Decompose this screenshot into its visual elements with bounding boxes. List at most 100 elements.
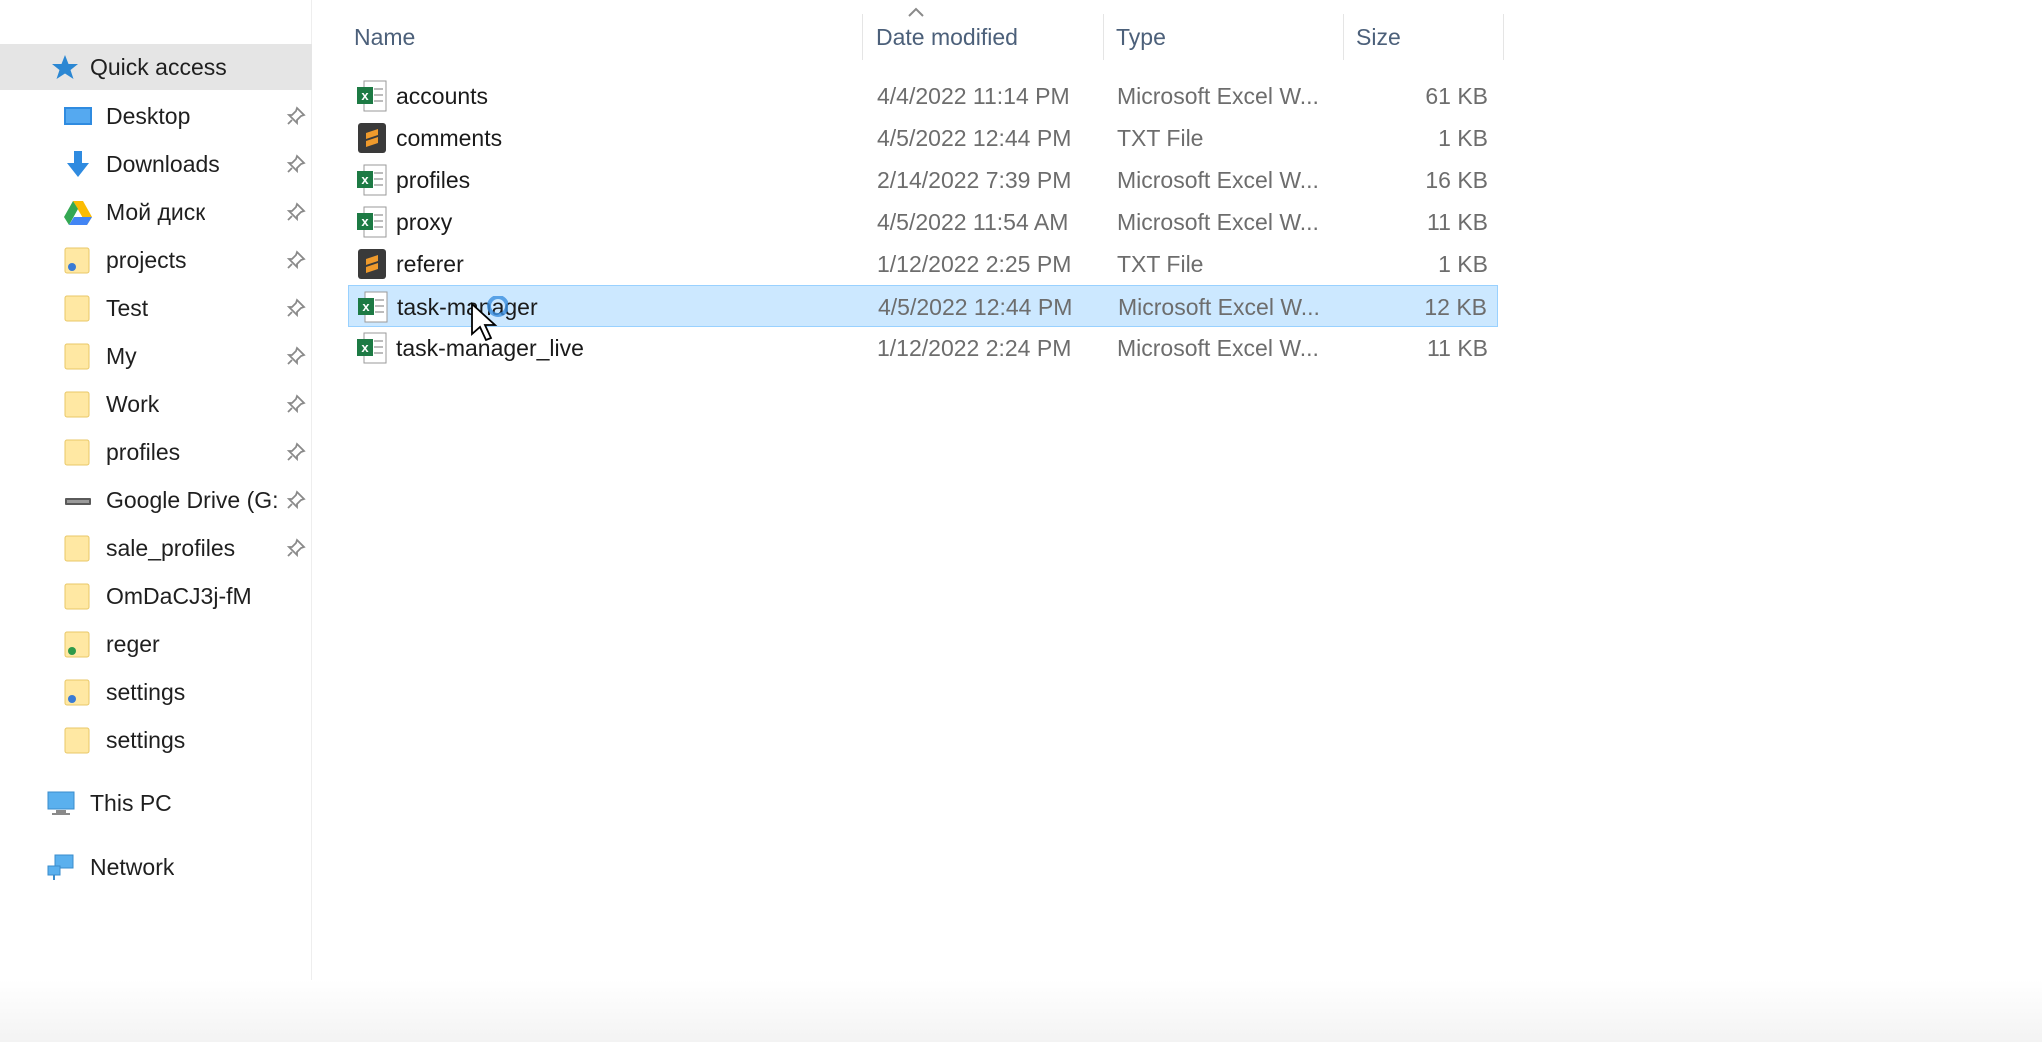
excel-icon: x — [357, 332, 387, 364]
pin-icon[interactable] — [286, 538, 306, 558]
pin-icon[interactable] — [286, 490, 306, 510]
sidebar-item-label: My — [106, 342, 137, 369]
column-divider[interactable] — [1103, 14, 1104, 60]
column-name[interactable]: Name — [354, 0, 854, 74]
sidebar-item-this-pc[interactable]: This PC — [0, 780, 312, 826]
file-date: 4/5/2022 12:44 PM — [878, 294, 1073, 320]
sidebar-item-label: reger — [106, 630, 160, 657]
file-row-proxy[interactable]: x proxy 4/5/2022 11:54 AM Microsoft Exce… — [348, 201, 1498, 243]
downloads-icon — [67, 151, 89, 177]
sidebar-item-label: Desktop — [106, 102, 191, 129]
file-size: 1 KB — [1438, 125, 1488, 151]
file-type: TXT File — [1117, 251, 1204, 277]
folder-icon — [64, 583, 90, 610]
file-row-referer[interactable]: referer 1/12/2022 2:25 PM TXT File 1 KB — [348, 243, 1498, 285]
svg-text:x: x — [362, 299, 370, 314]
file-date: 4/4/2022 11:14 PM — [877, 83, 1070, 109]
sidebar-item-label: OmDaCJ3j-fM — [106, 582, 252, 609]
pin-icon[interactable] — [286, 106, 306, 126]
sidebar-item-label: profiles — [106, 438, 181, 465]
sidebar-item-test[interactable]: Test — [0, 285, 312, 331]
sidebar-item-label: Google Drive (G: — [106, 486, 278, 513]
sidebar-item-settings-2[interactable]: settings — [0, 717, 312, 763]
file-type: Microsoft Excel W... — [1117, 335, 1319, 361]
column-date-modified[interactable]: Date modified — [876, 0, 1106, 74]
sidebar-item-network[interactable]: Network — [0, 844, 312, 890]
pin-icon[interactable] — [286, 154, 306, 174]
file-size: 12 KB — [1424, 294, 1487, 320]
network-icon — [47, 854, 74, 880]
mouse-cursor-icon — [471, 296, 508, 342]
sidebar-item-label: sale_profiles — [106, 534, 236, 561]
sidebar-item-label: Network — [90, 853, 175, 880]
pin-icon[interactable] — [286, 394, 306, 414]
sidebar-item-settings[interactable]: settings — [0, 669, 312, 715]
pin-icon[interactable] — [286, 442, 306, 462]
sidebar-item-label: Work — [106, 390, 160, 417]
file-date: 2/14/2022 7:39 PM — [877, 167, 1072, 193]
sidebar-item-label: settings — [106, 726, 186, 753]
file-name: accounts — [396, 83, 489, 109]
drive-icon — [65, 498, 91, 505]
column-size[interactable]: Size — [1356, 0, 1476, 74]
sidebar-item-work[interactable]: Work — [0, 381, 312, 427]
sidebar-item-label: Quick access — [90, 53, 227, 80]
file-size: 61 KB — [1425, 83, 1488, 109]
sidebar-item-profiles[interactable]: profiles — [0, 429, 312, 475]
excel-icon: x — [357, 164, 387, 196]
file-size: 11 KB — [1427, 335, 1488, 361]
sidebar-item-projects[interactable]: projects — [0, 237, 312, 283]
column-divider[interactable] — [862, 14, 863, 60]
file-name: referer — [396, 251, 464, 277]
file-row-comments[interactable]: comments 4/5/2022 12:44 PM TXT File 1 KB — [348, 117, 1498, 159]
sidebar-item-my-drive[interactable]: Мой диск — [0, 189, 312, 235]
svg-text:x: x — [361, 214, 369, 229]
column-divider[interactable] — [1503, 14, 1504, 60]
file-date: 1/12/2022 2:25 PM — [877, 251, 1072, 277]
desktop-icon — [64, 107, 92, 125]
sidebar-item-label: Test — [106, 294, 149, 321]
svg-text:x: x — [361, 340, 369, 355]
pin-icon[interactable] — [286, 298, 306, 318]
folder-icon — [64, 679, 90, 706]
file-type: Microsoft Excel W... — [1118, 294, 1320, 320]
sidebar-item-label: This PC — [90, 789, 172, 816]
pin-icon[interactable] — [286, 202, 306, 222]
file-date: 4/5/2022 12:44 PM — [877, 125, 1072, 151]
sidebar-item-google-drive[interactable]: Google Drive (G: — [0, 477, 312, 523]
column-type[interactable]: Type — [1116, 0, 1346, 74]
file-row-accounts[interactable]: x accounts 4/4/2022 11:14 PM Microsoft E… — [348, 75, 1498, 117]
file-row-task-manager-live[interactable]: x task-manager_live 1/12/2022 2:24 PM Mi… — [348, 327, 1498, 369]
sidebar-item-quick-access[interactable]: Quick access — [0, 44, 312, 90]
navigation-pane: Quick access Desktop Downloads Мой диск … — [0, 0, 312, 1042]
pin-icon[interactable] — [286, 346, 306, 366]
svg-text:x: x — [361, 88, 369, 103]
file-name: comments — [396, 125, 503, 151]
file-type: Microsoft Excel W... — [1117, 209, 1319, 235]
sublime-text-icon — [358, 123, 386, 153]
sidebar-item-reger[interactable]: reger — [0, 621, 312, 667]
folder-icon — [64, 247, 90, 274]
file-name: profiles — [396, 167, 471, 193]
sidebar-item-desktop[interactable]: Desktop — [0, 93, 312, 139]
column-divider[interactable] — [1343, 14, 1344, 60]
sidebar-item-label: projects — [106, 246, 187, 273]
sidebar-item-my[interactable]: My — [0, 333, 312, 379]
sidebar-item-downloads[interactable]: Downloads — [0, 141, 312, 187]
folder-icon — [64, 439, 90, 466]
sidebar-item-omdacj3j-fm[interactable]: OmDaCJ3j-fM — [0, 573, 312, 619]
file-date: 4/5/2022 11:54 AM — [877, 209, 1069, 235]
excel-icon: x — [357, 206, 387, 238]
file-row-task-manager[interactable]: x task-manager 4/5/2022 12:44 PM Microso… — [348, 285, 1498, 327]
excel-icon: x — [358, 291, 388, 323]
svg-text:x: x — [361, 172, 369, 187]
computer-icon — [47, 791, 75, 815]
pin-icon[interactable] — [286, 250, 306, 270]
folder-icon — [64, 343, 90, 370]
sidebar-item-sale-profiles[interactable]: sale_profiles — [0, 525, 312, 571]
google-drive-icon — [64, 201, 92, 225]
file-size: 11 KB — [1427, 209, 1488, 235]
file-row-profiles[interactable]: x profiles 2/14/2022 7:39 PM Microsoft E… — [348, 159, 1498, 201]
star-icon — [52, 55, 78, 79]
sublime-text-icon — [358, 249, 386, 279]
